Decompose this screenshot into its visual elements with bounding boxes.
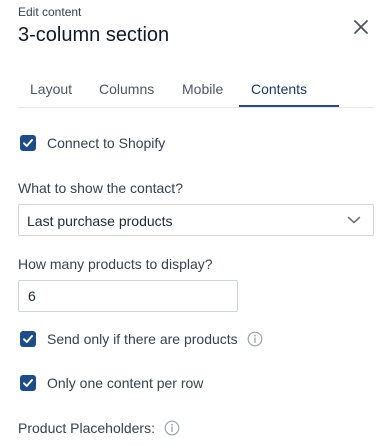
tab-contents[interactable]: Contents <box>251 81 307 97</box>
info-icon[interactable] <box>247 331 263 347</box>
edit-content-panel: Edit content 3-column section Layout Col… <box>0 0 386 445</box>
connect-shopify-label: Connect to Shopify <box>47 135 166 151</box>
send-only-row: Send only if there are products <box>20 331 263 347</box>
tab-columns[interactable]: Columns <box>99 81 154 97</box>
send-only-checkbox[interactable] <box>20 331 36 347</box>
connect-shopify-row: Connect to Shopify <box>20 135 165 151</box>
close-icon[interactable] <box>350 16 372 38</box>
info-icon[interactable] <box>164 420 180 436</box>
count-field-label: How many products to display? <box>18 256 213 272</box>
chevron-down-icon <box>347 216 361 224</box>
show-select-value: Last purchase products <box>27 213 173 229</box>
send-only-label: Send only if there are products <box>47 331 238 347</box>
one-per-row-checkbox[interactable] <box>20 375 36 391</box>
tab-bar: Layout Columns Mobile Contents <box>18 74 374 108</box>
tab-mobile[interactable]: Mobile <box>182 81 223 97</box>
one-per-row-row: Only one content per row <box>20 375 203 391</box>
panel-title: 3-column section <box>18 24 170 46</box>
active-tab-indicator <box>239 105 339 107</box>
connect-shopify-checkbox[interactable] <box>20 135 36 151</box>
checkmark-icon <box>23 335 33 343</box>
tab-layout[interactable]: Layout <box>30 81 72 97</box>
show-select[interactable]: Last purchase products <box>18 204 374 236</box>
checkmark-icon <box>23 379 33 387</box>
placeholders-row: Product Placeholders: <box>18 420 180 436</box>
show-field-label: What to show the contact? <box>18 180 183 196</box>
one-per-row-label: Only one content per row <box>47 375 204 391</box>
checkmark-icon <box>23 139 33 147</box>
product-count-input[interactable] <box>18 280 238 312</box>
placeholders-label: Product Placeholders: <box>18 420 155 436</box>
panel-overline: Edit content <box>18 5 82 19</box>
